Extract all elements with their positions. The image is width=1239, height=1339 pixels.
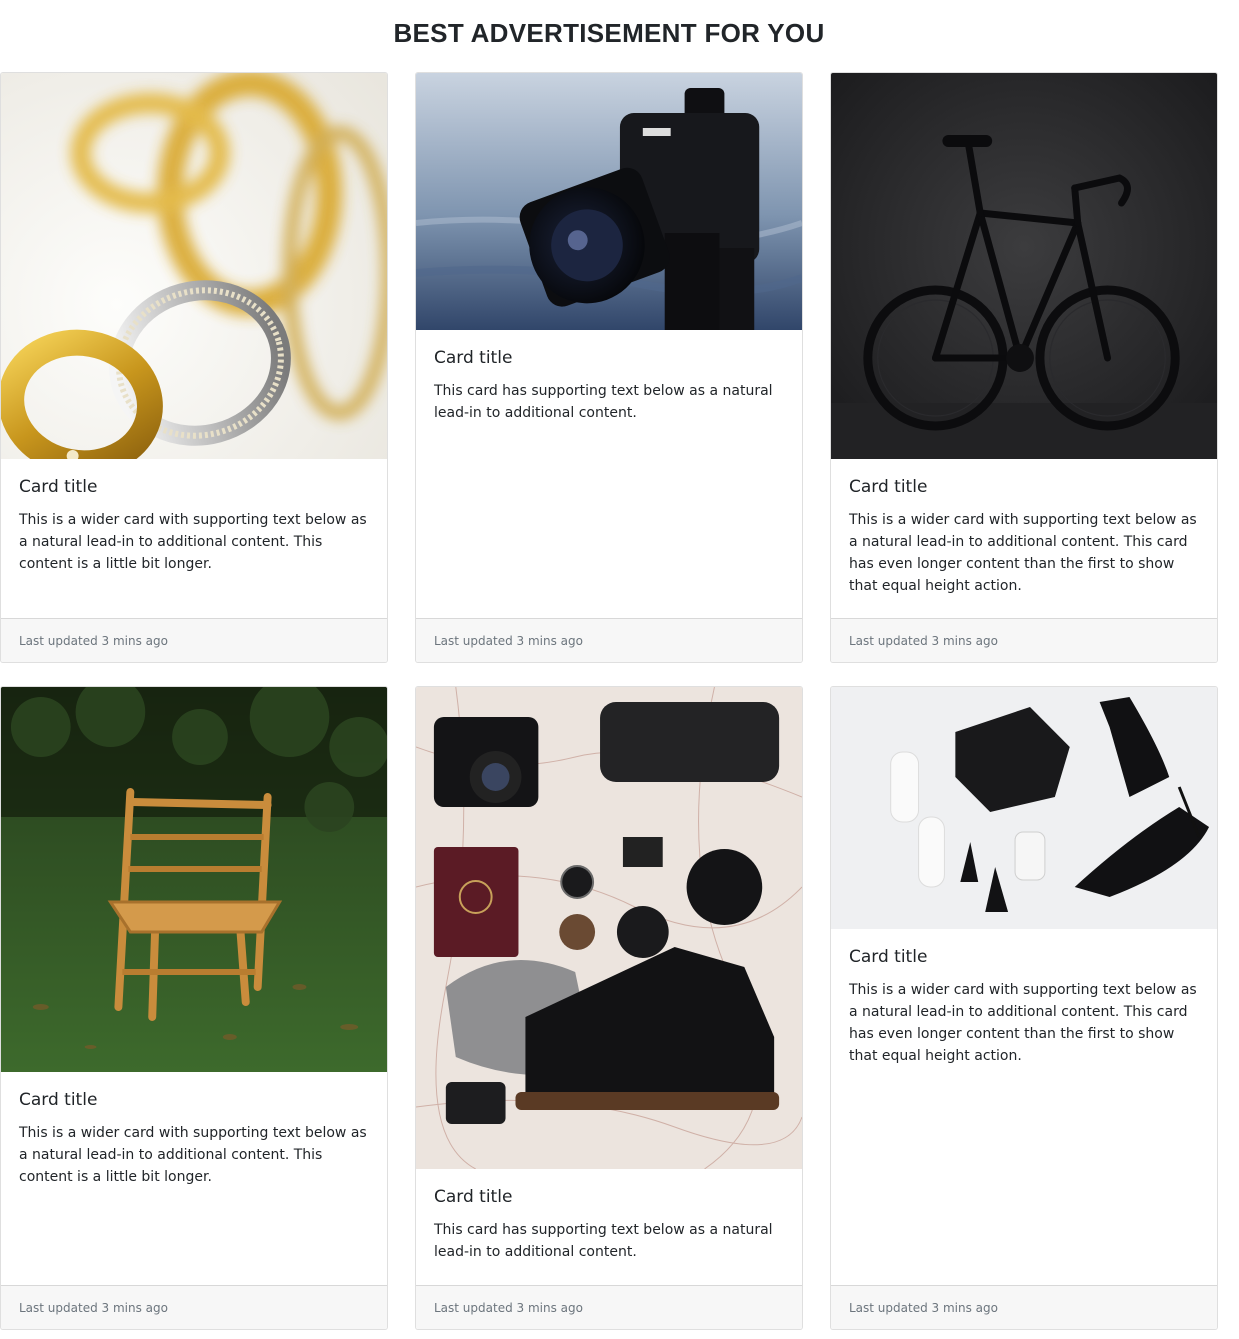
card-body: Card title This card has supporting text… bbox=[416, 330, 802, 618]
bicycle-image bbox=[831, 73, 1217, 459]
card-title: Card title bbox=[19, 1090, 98, 1110]
card-title: Card title bbox=[434, 1187, 513, 1207]
card-footer: Last updated 3 mins ago bbox=[416, 1285, 802, 1329]
card-title: Card title bbox=[849, 477, 928, 497]
card-gold-rings[interactable]: Card title This is a wider card with sup… bbox=[0, 72, 388, 663]
card-updated-text: Last updated 3 mins ago bbox=[849, 633, 998, 648]
card-title: Card title bbox=[19, 477, 98, 497]
card-updated-text: Last updated 3 mins ago bbox=[19, 633, 168, 648]
card-body: Card title This is a wider card with sup… bbox=[831, 929, 1217, 1285]
card-image-travel-flatlay bbox=[416, 687, 802, 1169]
card-footer: Last updated 3 mins ago bbox=[1, 1285, 387, 1329]
card-chair[interactable]: Card title This is a wider card with sup… bbox=[0, 686, 388, 1330]
fashion-flatlay-image bbox=[831, 687, 1217, 929]
card-image-camera bbox=[416, 73, 802, 330]
card-body: Card title This is a wider card with sup… bbox=[1, 459, 387, 618]
card-footer: Last updated 3 mins ago bbox=[831, 618, 1217, 662]
wooden-chair-image bbox=[1, 687, 387, 1072]
card-footer: Last updated 3 mins ago bbox=[416, 618, 802, 662]
page: BEST ADVERTISEMENT FOR YOU Card title Th… bbox=[0, 0, 1239, 1339]
card-bicycle[interactable]: Card title This is a wider card with sup… bbox=[830, 72, 1218, 663]
card-camera[interactable]: Card title This card has supporting text… bbox=[415, 72, 803, 663]
card-text: This is a wider card with supporting tex… bbox=[19, 512, 367, 572]
gold-rings-image bbox=[1, 73, 387, 459]
card-text: This is a wider card with supporting tex… bbox=[19, 1125, 367, 1185]
card-text: This is a wider card with supporting tex… bbox=[849, 982, 1197, 1064]
travel-flatlay-image bbox=[416, 687, 802, 1169]
card-updated-text: Last updated 3 mins ago bbox=[434, 1300, 583, 1315]
card-footer: Last updated 3 mins ago bbox=[831, 1285, 1217, 1329]
card-image-gold-rings bbox=[1, 73, 387, 459]
card-image-chair bbox=[1, 687, 387, 1072]
card-updated-text: Last updated 3 mins ago bbox=[434, 633, 583, 648]
card-travel-flatlay[interactable]: Card title This card has supporting text… bbox=[415, 686, 803, 1330]
card-body: Card title This card has supporting text… bbox=[416, 1169, 802, 1285]
card-updated-text: Last updated 3 mins ago bbox=[19, 1300, 168, 1315]
card-body: Card title This is a wider card with sup… bbox=[1, 1072, 387, 1285]
card-footer: Last updated 3 mins ago bbox=[1, 618, 387, 662]
card-text: This card has supporting text below as a… bbox=[434, 383, 773, 421]
page-title: BEST ADVERTISEMENT FOR YOU bbox=[393, 18, 825, 48]
card-text: This card has supporting text below as a… bbox=[434, 1222, 773, 1260]
card-image-bicycle bbox=[831, 73, 1217, 459]
card-fashion-flatlay[interactable]: Card title This is a wider card with sup… bbox=[830, 686, 1218, 1330]
camera-image bbox=[416, 73, 802, 330]
card-updated-text: Last updated 3 mins ago bbox=[849, 1300, 998, 1315]
card-body: Card title This is a wider card with sup… bbox=[831, 459, 1217, 618]
card-title: Card title bbox=[849, 947, 928, 967]
card-title: Card title bbox=[434, 348, 513, 368]
card-text: This is a wider card with supporting tex… bbox=[849, 512, 1197, 594]
card-image-fashion-flatlay bbox=[831, 687, 1217, 929]
